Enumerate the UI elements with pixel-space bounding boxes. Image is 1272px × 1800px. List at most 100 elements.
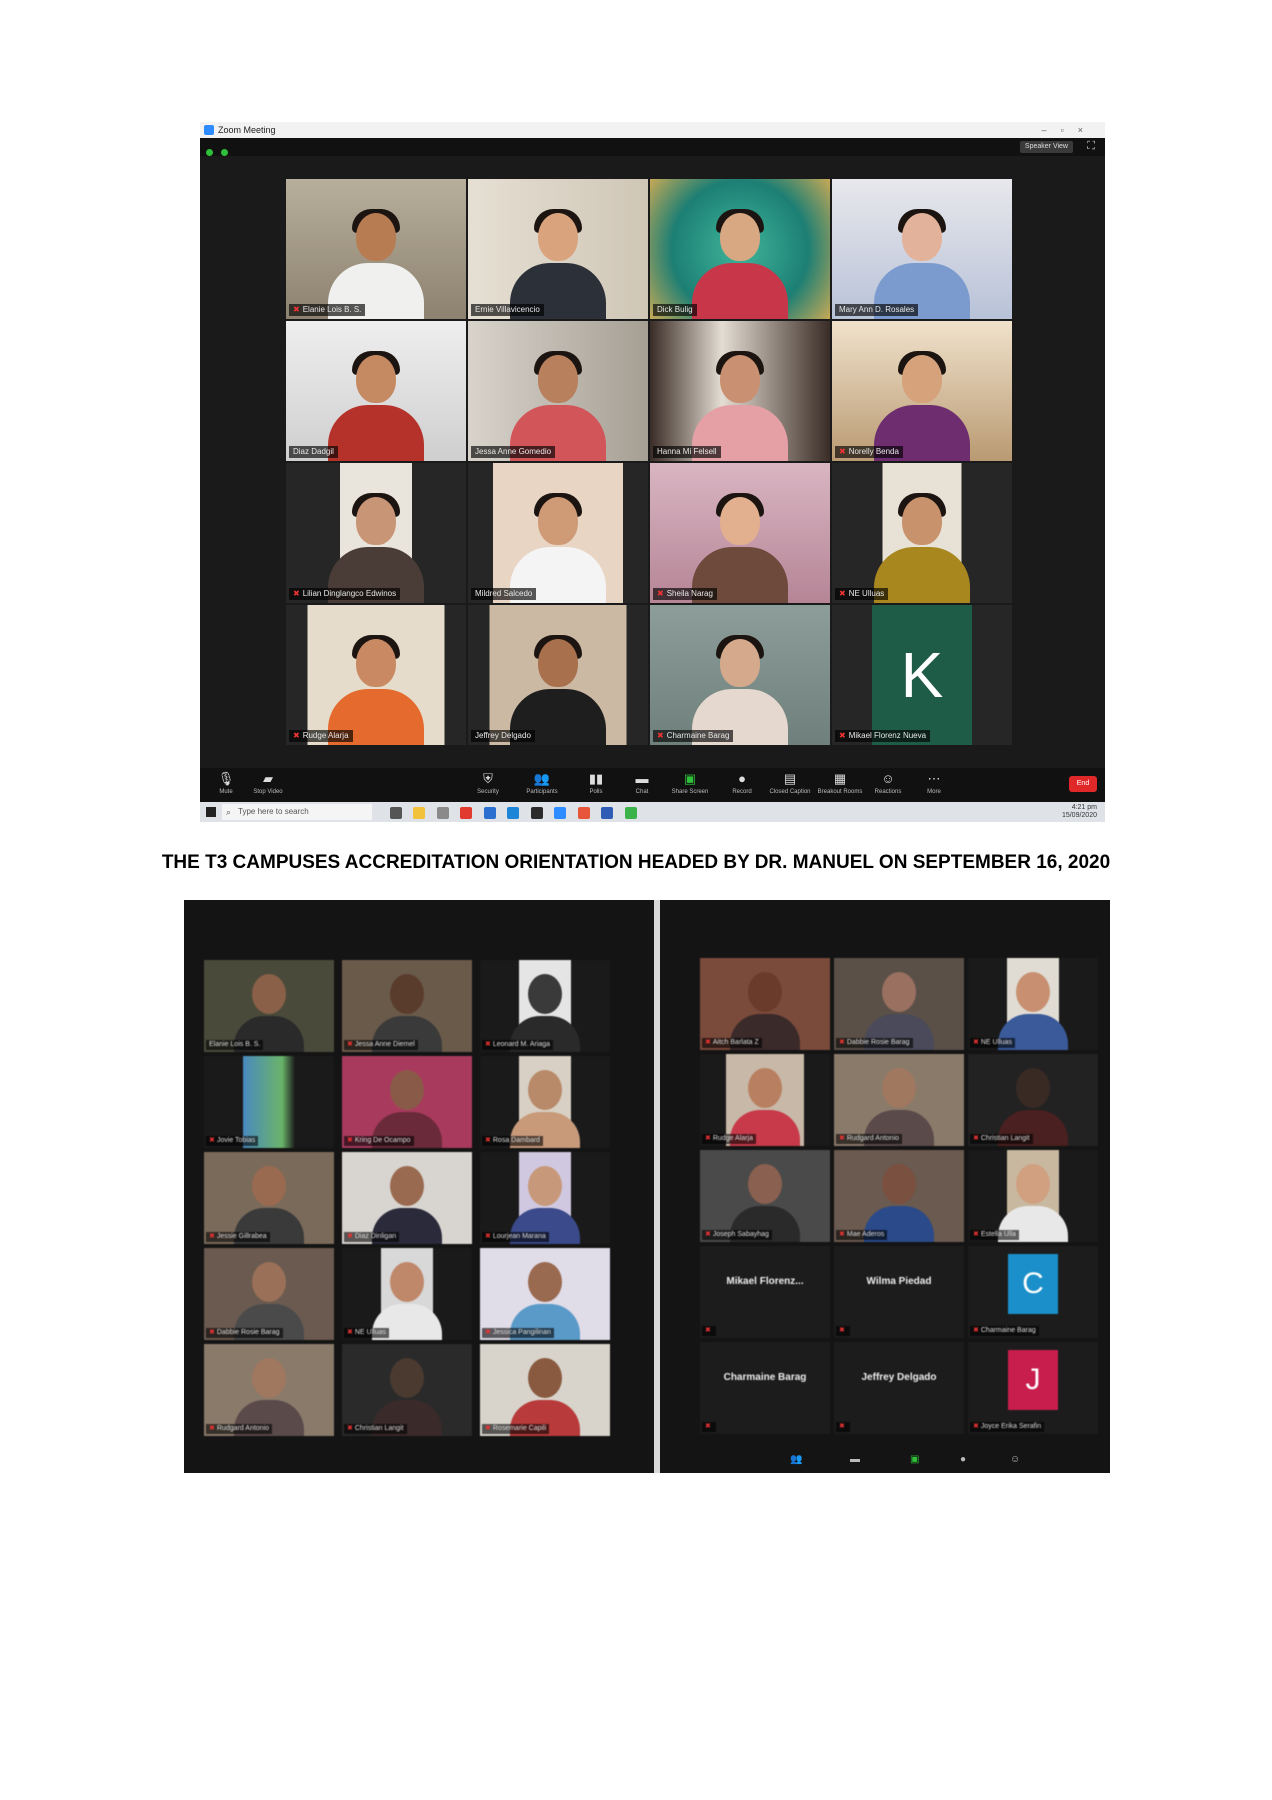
participant-tile[interactable]: ✖ Lilian Dinglangco Edwinos [286, 463, 466, 603]
system-tray-clock[interactable]: 4:21 pm 15/09/2020 [1062, 804, 1097, 820]
participant-tile[interactable]: ✖ Joseph Sabayhag [700, 1150, 830, 1242]
participant-tile[interactable]: ✖ Rudge Alarja [700, 1054, 830, 1146]
participant-name: Jeffrey Delgado [471, 730, 535, 742]
speaker-view-button[interactable]: Speaker View [1019, 141, 1073, 153]
participant-tile[interactable]: ✖ Rosa Dambard [480, 1056, 610, 1148]
participant-name: Jessa Anne Gomedio [471, 446, 556, 458]
app-icon[interactable] [601, 807, 614, 819]
participant-tile[interactable]: Diaz Dadgil [286, 321, 466, 461]
participant-tile[interactable]: ✖ Kring De Ocampo [342, 1056, 472, 1148]
participant-tile[interactable]: ✖ Lourjean Marana [480, 1152, 610, 1244]
participant-tile[interactable]: ✖ Leonard M. Ariaga [480, 960, 610, 1052]
participant-name: Mildred Salcedo [471, 588, 537, 600]
participant-tile-no-video[interactable]: Charmaine Barag ✖ [700, 1342, 830, 1434]
zoom-app-icon[interactable] [554, 807, 567, 819]
participant-tile-no-video[interactable]: Wilma Piedad ✖ [834, 1246, 964, 1338]
app-icon[interactable] [577, 807, 590, 819]
file-explorer-icon[interactable] [413, 807, 426, 819]
participant-tile[interactable]: ✖ Sheila Narag [650, 463, 830, 603]
store-icon[interactable] [436, 807, 449, 819]
share-screen-button[interactable]: ▣ Share Screen [666, 771, 714, 797]
photo-meeting-toolbar: 👥 ▬ ▣ ● ☺ [660, 1448, 1110, 1473]
mute-button[interactable]: 🎙 Mute [202, 771, 250, 797]
participant-tile[interactable]: ✖ Dabbie Rosie Barag [834, 958, 964, 1050]
record-icon: ● [738, 771, 746, 786]
participant-tile[interactable]: ✖ Christian Langit [342, 1344, 472, 1436]
chat-icon[interactable]: ▬ [850, 1454, 860, 1465]
more-icon: ⋯ [927, 771, 941, 786]
avatar-letter: J [1008, 1350, 1058, 1410]
participant-tile-active-speaker[interactable]: Elanie Lois B. S. [204, 960, 334, 1052]
participant-tile[interactable]: Dick Bulig [650, 179, 830, 319]
participants-button[interactable]: 👥 Participants [518, 771, 566, 797]
task-view-icon[interactable] [390, 807, 402, 819]
info-icon[interactable] [206, 149, 213, 156]
participant-tile[interactable]: ✖ Rudge Alarja [286, 605, 466, 745]
participant-tile-no-video[interactable]: K ✖ Mikael Florenz Nueva [832, 605, 1012, 745]
windows-start-icon[interactable] [206, 807, 216, 817]
participant-tile[interactable]: ✖ Rudgard Antonio [204, 1344, 334, 1436]
participant-tile[interactable]: Mildred Salcedo [468, 463, 648, 603]
participant-tile[interactable]: ✖ Jessa Anne Diemel [342, 960, 472, 1052]
participant-name: Dick Bulig [653, 304, 697, 316]
stop-video-button[interactable]: ▰ Stop Video [244, 771, 292, 797]
participant-tile[interactable]: Mary Ann D. Rosales [832, 179, 1012, 319]
participant-tile-no-video[interactable]: Jeffrey Delgado ✖ [834, 1342, 964, 1434]
taskbar-search-input[interactable]: ⌕ Type here to search [222, 804, 372, 820]
chat-icon: ▬ [635, 771, 649, 786]
participant-tile[interactable]: Jeffrey Delgado [468, 605, 648, 745]
polls-icon: ▮▮ [588, 771, 604, 786]
participant-tile[interactable]: ✖ Rudgard Antonio [834, 1054, 964, 1146]
closed-caption-button[interactable]: ▤ Closed Caption [766, 771, 814, 797]
participant-tile[interactable]: ✖ Charmaine Barag [650, 605, 830, 745]
more-button[interactable]: ⋯ More [910, 771, 958, 797]
app-icon[interactable] [530, 807, 543, 819]
participant-tile[interactable]: ✖ Mae Aderos [834, 1150, 964, 1242]
edge-icon[interactable] [507, 807, 520, 819]
end-meeting-button[interactable]: End [1069, 776, 1097, 792]
record-button[interactable]: ● Record [718, 771, 766, 797]
participants-icon[interactable]: 👥 [790, 1454, 802, 1465]
participant-tile-active-speaker[interactable]: Ernie Villavicencio [468, 179, 648, 319]
encryption-shield-icon[interactable] [221, 149, 229, 156]
zoom-screenshot-top: Zoom Meeting –▫× Speaker View ⛶ ✖ Elanie … [200, 122, 1105, 822]
participant-name: Ernie Villavicencio [471, 304, 544, 316]
participant-name: ✖ NE Ulluas [835, 588, 889, 600]
participant-tile[interactable]: ✖ NE Ulluas [832, 463, 1012, 603]
participant-tile[interactable]: ✖ NE Ulluas [968, 958, 1098, 1050]
chrome-icon[interactable] [460, 807, 473, 819]
fullscreen-icon[interactable]: ⛶ [1087, 140, 1095, 153]
word-icon[interactable] [483, 807, 496, 819]
participant-tile[interactable]: Jessa Anne Gomedio [468, 321, 648, 461]
participant-tile[interactable]: ✖ Estella Ulla [968, 1150, 1098, 1242]
zoom-logo-icon [204, 125, 214, 135]
meeting-toolbar: 🎙 Mute ▰ Stop Video ⛨ Security 👥 Participant… [200, 768, 1105, 802]
record-icon[interactable]: ● [960, 1454, 966, 1465]
participant-tile[interactable]: ✖ Christian Langit [968, 1054, 1098, 1146]
reactions-icon[interactable]: ☺ [1010, 1454, 1020, 1465]
participant-tile[interactable]: ✖ Jessie Gillrabea [204, 1152, 334, 1244]
participant-tile[interactable]: ✖ Aitch Barlata Z [700, 958, 830, 1050]
participant-tile[interactable]: ✖ Diaz Dinligan [342, 1152, 472, 1244]
participant-tile[interactable]: ✖ Jovie Tobias [204, 1056, 334, 1148]
reactions-button[interactable]: ☺ Reactions [864, 771, 912, 797]
participant-tile[interactable]: Hanna Mi Felsell [650, 321, 830, 461]
share-screen-icon[interactable]: ▣ [910, 1454, 919, 1465]
app-icon[interactable] [624, 807, 637, 819]
polls-button[interactable]: ▮▮ Polls [572, 771, 620, 797]
participant-tile[interactable]: ✖ NE Ulluas [342, 1248, 472, 1340]
participant-tile[interactable]: ✖ Rosemarie Capili [480, 1344, 610, 1436]
breakout-rooms-button[interactable]: ▦ Breakout Rooms [816, 771, 864, 797]
security-button[interactable]: ⛨ Security [464, 771, 512, 797]
participant-tile[interactable]: ✖ Jessica Pangilinan [480, 1248, 610, 1340]
window-controls[interactable]: –▫× [1042, 122, 1097, 138]
participant-tile-no-video[interactable]: Mikael Florenz... ✖ [700, 1246, 830, 1338]
avatar-letter: C [1008, 1254, 1058, 1314]
participant-tile-no-video[interactable]: J ✖ Joyce Erika Serafin [968, 1342, 1098, 1434]
participant-tile[interactable]: ✖ Dabbie Rosie Barag [204, 1248, 334, 1340]
participant-tile[interactable]: ✖ Elanie Lois B. S. [286, 179, 466, 319]
participant-tile[interactable]: ✖ Norelly Benda [832, 321, 1012, 461]
chat-button[interactable]: ▬ Chat [618, 771, 666, 797]
participants-icon: 👥 [533, 771, 551, 786]
participant-tile-no-video[interactable]: C ✖ Charmaine Barag [968, 1246, 1098, 1338]
